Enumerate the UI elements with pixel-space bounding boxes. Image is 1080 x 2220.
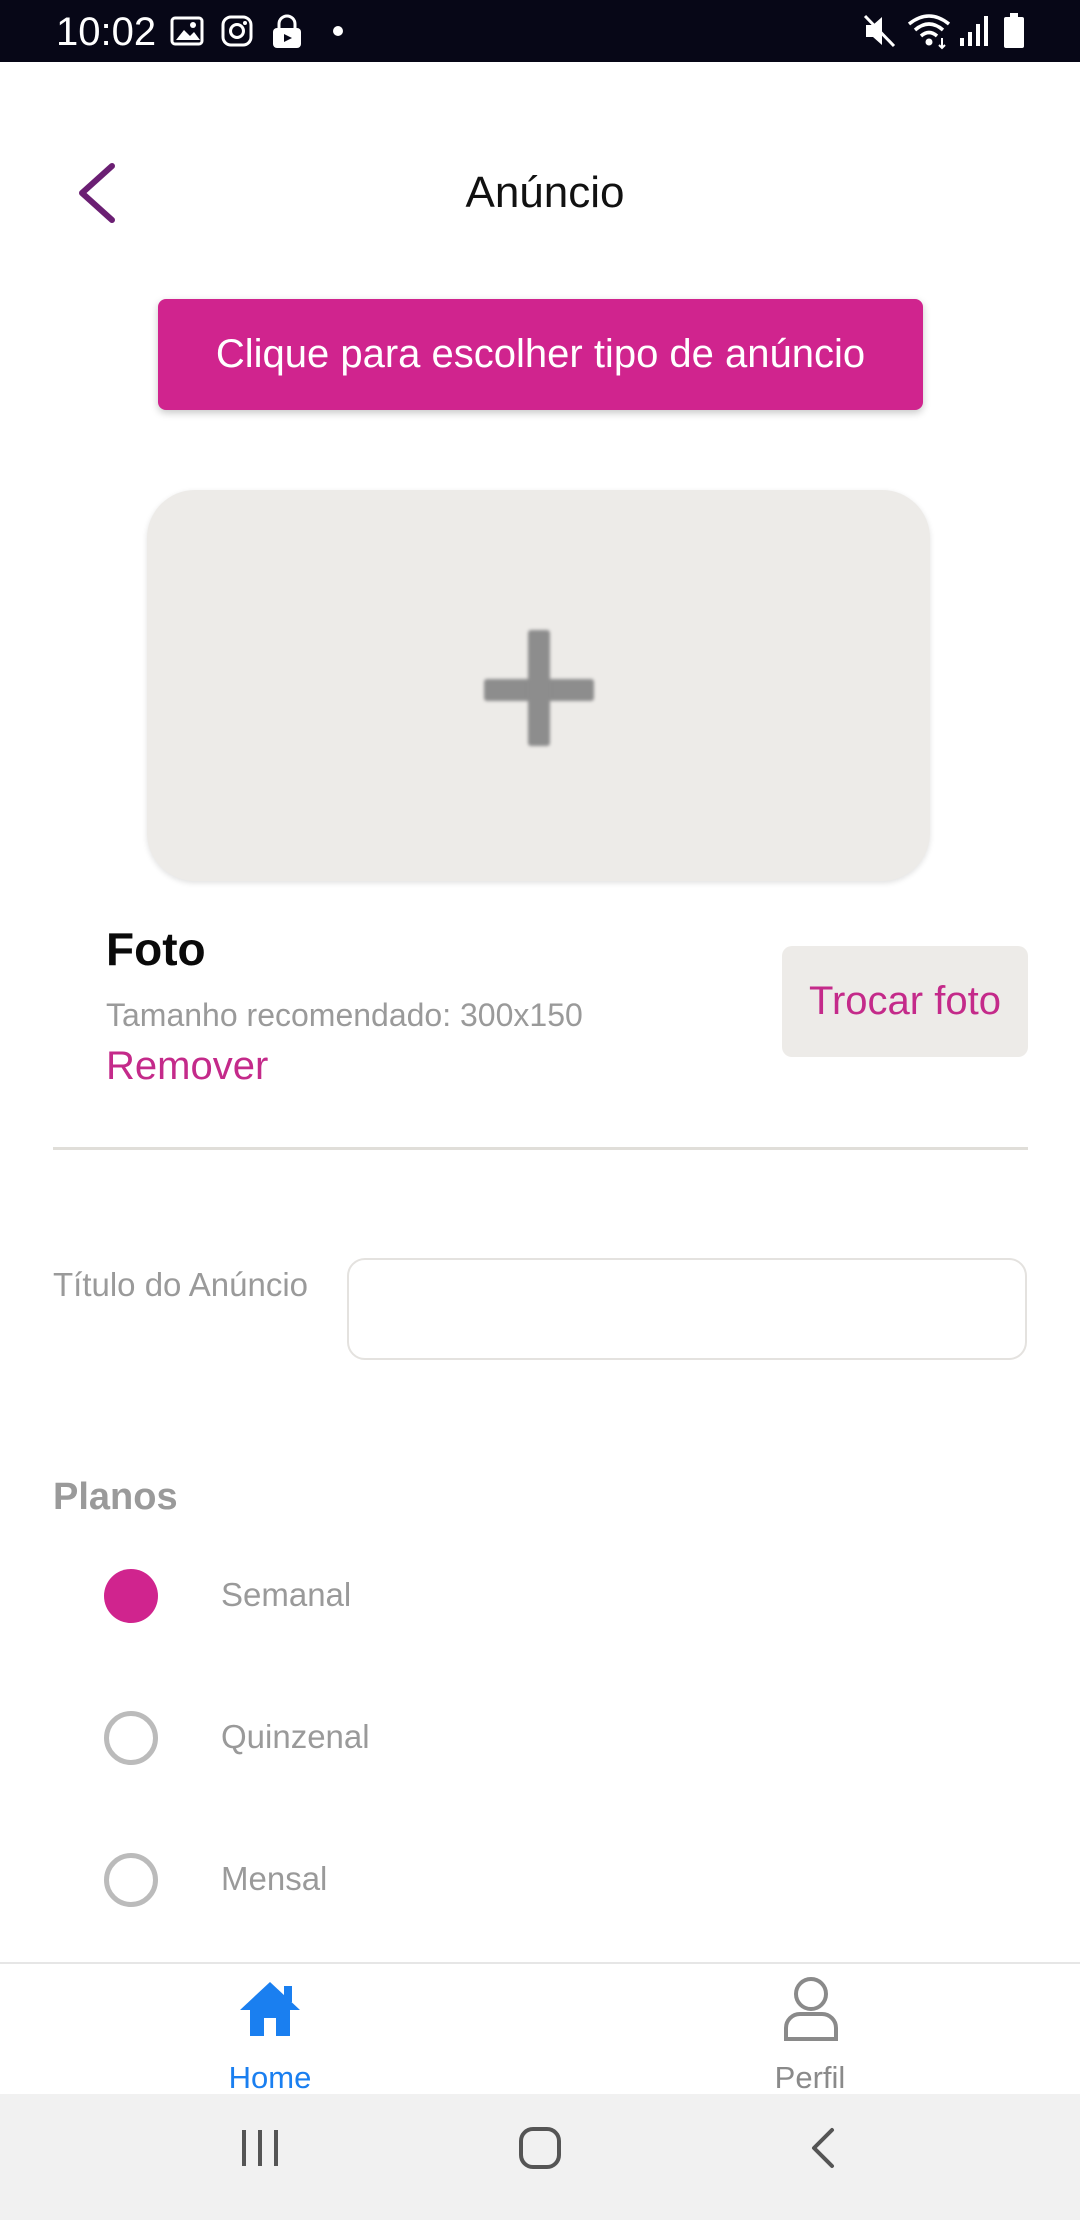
dot-icon	[332, 24, 344, 42]
system-nav-bar	[0, 2094, 1080, 2220]
photo-placeholder[interactable]	[147, 490, 930, 881]
wifi-icon	[906, 10, 952, 55]
plan-option-quinzenal[interactable]: Quinzenal	[104, 1708, 704, 1768]
lock-icon	[270, 14, 304, 55]
nav-perfil-label: Perfil	[774, 2060, 846, 2095]
photo-title: Foto	[106, 923, 206, 975]
divider	[53, 1147, 1028, 1150]
mute-icon	[862, 12, 898, 55]
page-title: Anúncio	[465, 168, 625, 217]
plan-option-label: Mensal	[221, 1860, 328, 1897]
change-photo-button[interactable]: Trocar foto	[782, 946, 1028, 1057]
instagram-icon	[220, 14, 254, 53]
radio-unselected-icon[interactable]	[104, 1853, 158, 1907]
remove-photo-link[interactable]: Remover	[106, 1044, 268, 1089]
radio-unselected-icon[interactable]	[104, 1711, 158, 1765]
plans-label: Planos	[53, 1476, 178, 1518]
plan-option-mensal[interactable]: Mensal	[104, 1850, 704, 1910]
ad-title-label: Título do Anúncio	[53, 1266, 309, 1303]
nav-perfil[interactable]: Perfil	[710, 1976, 910, 2095]
nav-home-label: Home	[228, 2060, 312, 2095]
nav-home[interactable]: Home	[170, 1976, 370, 2095]
plan-option-label: Semanal	[221, 1576, 352, 1613]
home-circle-icon[interactable]	[518, 2126, 562, 2175]
plan-option-label: Quinzenal	[221, 1718, 370, 1755]
user-icon	[782, 1976, 840, 2047]
ad-title-input[interactable]	[347, 1258, 1027, 1360]
status-time: 10:02	[56, 10, 157, 54]
photo-recommended-size: Tamanho recomendado: 300x150	[106, 997, 583, 1033]
signal-icon	[958, 14, 990, 53]
system-back-icon[interactable]	[802, 2126, 846, 2175]
status-bar: 10:02	[0, 0, 1080, 62]
plan-option-semanal[interactable]: Semanal	[104, 1566, 704, 1626]
bottom-nav: Home Perfil	[0, 1962, 1080, 2096]
radio-selected-icon[interactable]	[104, 1569, 158, 1623]
image-icon	[170, 14, 204, 53]
choose-ad-type-button[interactable]: Clique para escolher tipo de anúncio	[158, 299, 923, 410]
recent-apps-icon[interactable]	[238, 2126, 282, 2175]
home-icon	[238, 1978, 302, 2045]
battery-icon	[1002, 12, 1026, 55]
